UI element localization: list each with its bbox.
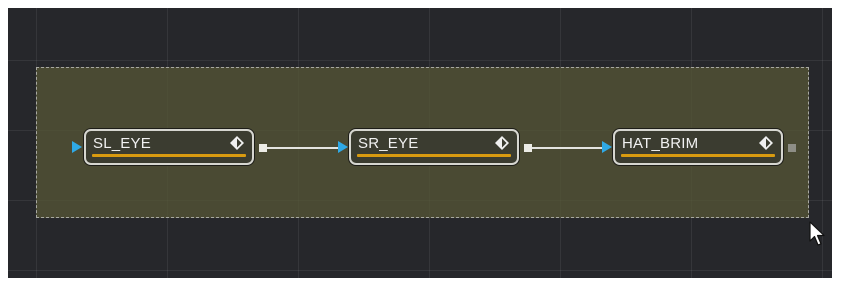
- node-editor-canvas[interactable]: SL_EYE SR_EYE HAT_BRIM: [8, 8, 832, 278]
- mask-diamond-icon: [759, 136, 773, 150]
- node-label: HAT_BRIM: [622, 135, 699, 152]
- node-hat-brim[interactable]: HAT_BRIM: [613, 129, 783, 165]
- output-port[interactable]: [524, 144, 532, 152]
- node-sr-eye[interactable]: SR_EYE: [349, 129, 519, 165]
- input-arrow-icon[interactable]: [338, 141, 348, 153]
- connection-line[interactable]: [267, 147, 339, 149]
- node-sl-eye[interactable]: SL_EYE: [84, 129, 254, 165]
- node-label: SR_EYE: [358, 135, 419, 152]
- output-port[interactable]: [788, 144, 796, 152]
- node-mask-bar: [357, 154, 511, 157]
- input-arrow-icon[interactable]: [72, 141, 82, 153]
- mask-diamond-icon: [495, 136, 509, 150]
- node-label: SL_EYE: [93, 135, 151, 152]
- mask-diamond-icon: [230, 136, 244, 150]
- output-port[interactable]: [259, 144, 267, 152]
- input-arrow-icon[interactable]: [602, 141, 612, 153]
- node-mask-bar: [92, 154, 246, 157]
- connection-line[interactable]: [532, 147, 603, 149]
- node-mask-bar: [621, 154, 775, 157]
- mouse-cursor-icon: [809, 221, 825, 246]
